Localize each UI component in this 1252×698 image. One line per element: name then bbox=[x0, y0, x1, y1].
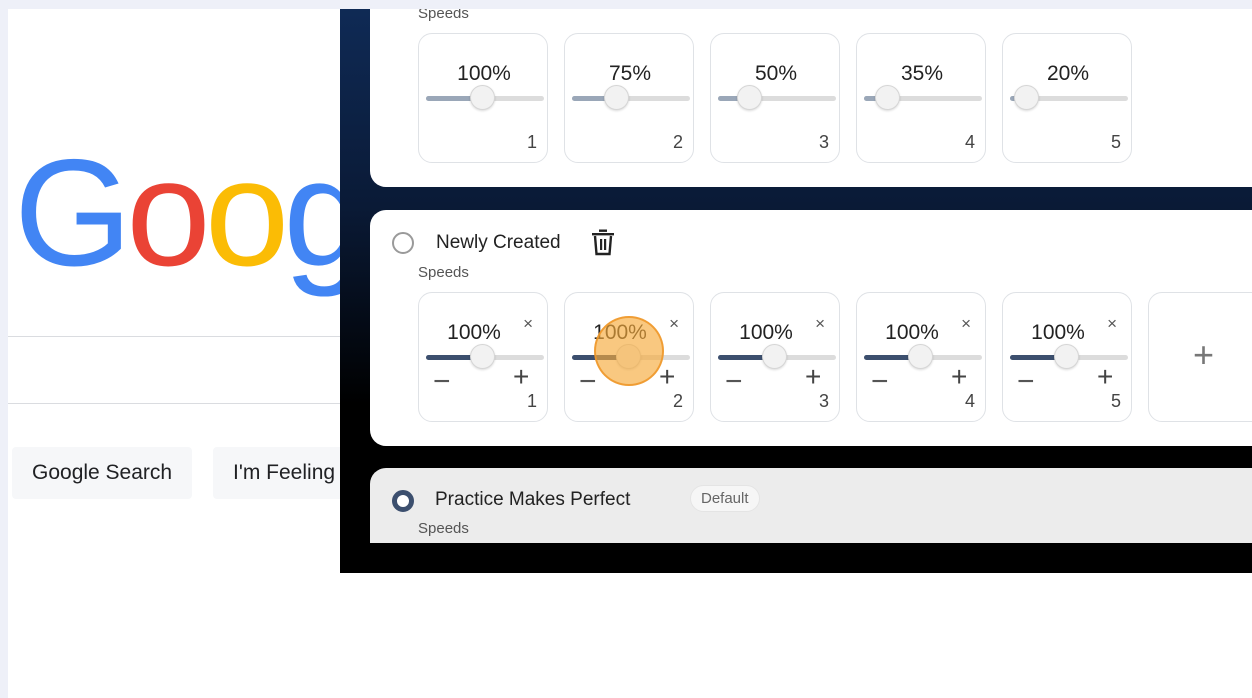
profile-card-newly-created: Newly Created Speeds 100% × − + 1 100% ×… bbox=[370, 210, 1252, 446]
profile-name[interactable]: Practice Makes Perfect bbox=[435, 489, 630, 511]
speed-preset-4[interactable]: 35% 4 bbox=[856, 33, 986, 163]
remove-speed-button[interactable]: × bbox=[1107, 315, 1117, 332]
slider-thumb[interactable] bbox=[736, 85, 762, 110]
increase-speed-button[interactable]: + bbox=[951, 363, 967, 391]
search-box-bottom-border bbox=[8, 403, 348, 404]
remove-speed-button[interactable]: × bbox=[669, 315, 679, 332]
profile-card-top: Speeds 100% 1 75% 2 50% 3 35% 4 20% 5 bbox=[370, 9, 1252, 187]
decrease-speed-button[interactable]: − bbox=[725, 367, 743, 397]
slider-thumb[interactable] bbox=[874, 85, 900, 110]
speed-preset-2[interactable]: 75% 2 bbox=[564, 33, 694, 163]
speed-preset-1[interactable]: 100% 1 bbox=[418, 33, 548, 163]
speeds-label: Speeds bbox=[418, 264, 469, 281]
speed-row: 100% × − + 1 100% × − + 2 100% × − + bbox=[418, 292, 1252, 422]
speed-value: 20% bbox=[1046, 62, 1090, 85]
speed-preset-3[interactable]: 100% × − + 3 bbox=[710, 292, 840, 422]
slider-thumb[interactable] bbox=[761, 344, 787, 369]
speed-row: 100% 1 75% 2 50% 3 35% 4 20% 5 bbox=[418, 33, 1132, 163]
speed-preset-5[interactable]: 100% × − + 5 bbox=[1002, 292, 1132, 422]
add-speed-button[interactable]: + bbox=[1148, 292, 1252, 422]
speeds-label: Speeds bbox=[418, 9, 469, 22]
panel-footer bbox=[340, 543, 1252, 573]
increase-speed-button[interactable]: + bbox=[1097, 363, 1113, 391]
decrease-speed-button[interactable]: − bbox=[579, 367, 597, 397]
speeds-label: Speeds bbox=[418, 520, 469, 537]
slider-thumb[interactable] bbox=[1013, 85, 1039, 110]
increase-speed-button[interactable]: + bbox=[513, 363, 529, 391]
speed-index: 5 bbox=[1110, 132, 1121, 152]
speed-slider[interactable] bbox=[718, 85, 836, 110]
speed-index: 3 bbox=[818, 132, 829, 152]
speed-slider[interactable] bbox=[572, 85, 690, 110]
slider-thumb[interactable] bbox=[603, 85, 629, 110]
slider-thumb[interactable] bbox=[1053, 344, 1079, 369]
speed-index: 5 bbox=[1110, 391, 1121, 411]
plus-icon: + bbox=[1193, 334, 1215, 375]
search-box-top-border bbox=[8, 336, 348, 337]
google-search-button[interactable]: Google Search bbox=[12, 447, 193, 499]
remove-speed-button[interactable]: × bbox=[815, 315, 825, 332]
speed-slider[interactable] bbox=[864, 344, 982, 369]
decrease-speed-button[interactable]: − bbox=[871, 367, 889, 397]
decrease-speed-button[interactable]: − bbox=[433, 367, 451, 397]
speed-slider[interactable] bbox=[1010, 344, 1128, 369]
speed-slider[interactable] bbox=[426, 344, 544, 369]
increase-speed-button[interactable]: + bbox=[659, 363, 675, 391]
speed-value: 100% bbox=[447, 321, 501, 344]
speed-value: 100% bbox=[1031, 321, 1085, 344]
logo-letter: G bbox=[14, 128, 132, 298]
speed-index: 1 bbox=[526, 391, 537, 411]
speed-value: 100% bbox=[457, 62, 511, 85]
speed-value: 50% bbox=[754, 62, 798, 85]
slider-thumb[interactable] bbox=[469, 344, 495, 369]
speed-value: 100% bbox=[885, 321, 939, 344]
remove-speed-button[interactable]: × bbox=[961, 315, 971, 332]
speed-profiles-panel: Speeds 100% 1 75% 2 50% 3 35% 4 20% 5 Ne… bbox=[340, 9, 1252, 573]
cursor-click-indicator bbox=[594, 316, 664, 386]
slider-thumb[interactable] bbox=[907, 344, 933, 369]
speed-preset-5[interactable]: 20% 5 bbox=[1002, 33, 1132, 163]
speed-preset-1[interactable]: 100% × − + 1 bbox=[418, 292, 548, 422]
profile-name[interactable]: Newly Created bbox=[436, 232, 561, 254]
speed-preset-4[interactable]: 100% × − + 4 bbox=[856, 292, 986, 422]
speed-value: 35% bbox=[900, 62, 944, 85]
default-badge: Default bbox=[690, 485, 760, 512]
remove-speed-button[interactable]: × bbox=[523, 315, 533, 332]
profile-radio-selected[interactable] bbox=[392, 490, 414, 512]
speed-value: 75% bbox=[608, 62, 652, 85]
decrease-speed-button[interactable]: − bbox=[1017, 367, 1035, 397]
speed-value: 100% bbox=[739, 321, 793, 344]
logo-letter: o bbox=[126, 128, 211, 298]
speed-slider[interactable] bbox=[864, 85, 982, 110]
speed-index: 1 bbox=[526, 132, 537, 152]
speed-index: 3 bbox=[818, 391, 829, 411]
slider-thumb[interactable] bbox=[469, 85, 495, 110]
speed-slider[interactable] bbox=[426, 85, 544, 110]
speed-index: 4 bbox=[964, 391, 975, 411]
trash-icon[interactable] bbox=[590, 228, 616, 256]
speed-slider[interactable] bbox=[718, 344, 836, 369]
speed-preset-3[interactable]: 50% 3 bbox=[710, 33, 840, 163]
speed-index: 2 bbox=[672, 391, 683, 411]
speed-index: 4 bbox=[964, 132, 975, 152]
speed-slider[interactable] bbox=[1010, 85, 1128, 110]
increase-speed-button[interactable]: + bbox=[805, 363, 821, 391]
speed-index: 2 bbox=[672, 132, 683, 152]
feeling-lucky-button[interactable]: I'm Feeling bbox=[213, 447, 356, 499]
logo-letter: o bbox=[204, 128, 290, 298]
profile-radio[interactable] bbox=[392, 232, 414, 254]
google-logo: Goog bbox=[14, 128, 368, 298]
